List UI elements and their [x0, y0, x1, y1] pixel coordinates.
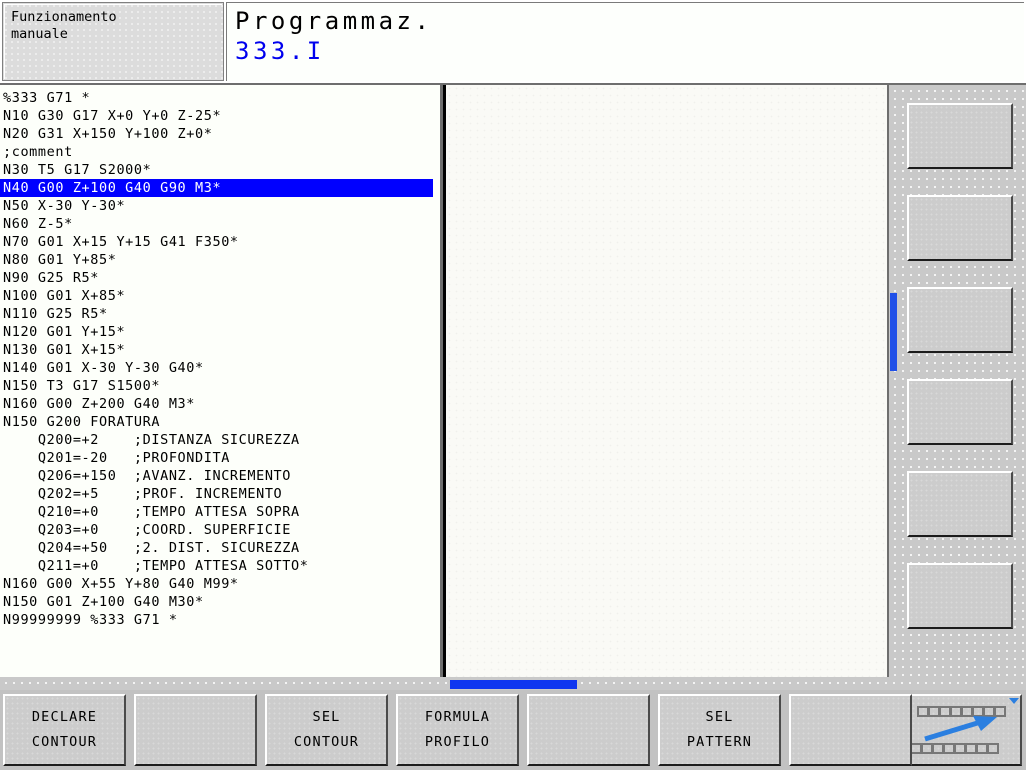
program-line[interactable]: N90 G25 R5* — [0, 269, 440, 287]
vertical-softkey-indicator — [890, 293, 897, 371]
program-line[interactable]: Q200=+2 ;DISTANZA SICUREZZA — [0, 431, 440, 449]
program-line[interactable]: N110 G25 R5* — [0, 305, 440, 323]
program-line[interactable]: N70 G01 X+15 Y+15 G41 F350* — [0, 233, 440, 251]
program-editor-pane[interactable]: %333 G71 * N10 G30 G17 X+0 Y+0 Z-25* N20 G… — [0, 85, 443, 677]
softkey-label-line1: SEL — [312, 709, 341, 725]
softkey-2[interactable] — [134, 694, 257, 766]
page-title: Programmaz. — [235, 7, 433, 35]
operating-mode-box[interactable]: Funzionamento manuale — [2, 2, 224, 81]
operating-mode-label: Funzionamento manuale — [11, 9, 117, 42]
header-bar: Funzionamento manuale Programmaz. 333.I — [0, 0, 1026, 85]
program-line[interactable]: N99999999 %333 G71 * — [0, 611, 440, 629]
softkey-label-line2: PROFILO — [424, 734, 491, 750]
program-line[interactable]: Q203=+0 ;COORD. SUPERFICIE — [0, 521, 440, 539]
main-area: %333 G71 * N10 G30 G17 X+0 Y+0 Z-25* N20 G… — [0, 85, 1026, 677]
vertical-softkey-1[interactable] — [907, 103, 1013, 169]
program-line[interactable]: N60 Z-5* — [0, 215, 440, 233]
program-line[interactable]: %333 G71 * — [0, 89, 440, 107]
softkey-6[interactable]: SEL PATTERN — [658, 694, 781, 766]
program-line[interactable]: Q211=+0 ;TEMPO ATTESA SOTTO* — [0, 557, 440, 575]
vertical-softkey-4[interactable] — [907, 379, 1013, 445]
softkey-7[interactable] — [789, 694, 912, 766]
program-line[interactable]: N10 G30 G17 X+0 Y+0 Z-25* — [0, 107, 440, 125]
program-line[interactable]: N120 G01 Y+15* — [0, 323, 440, 341]
program-line[interactable]: N130 G01 X+15* — [0, 341, 440, 359]
program-title-box: Programmaz. 333.I — [226, 2, 1024, 81]
softkey-3[interactable]: SEL CONTOUR — [265, 694, 388, 766]
program-line[interactable]: Q204=+50 ;2. DIST. SICUREZZA — [0, 539, 440, 557]
program-line[interactable]: N80 G01 Y+85* — [0, 251, 440, 269]
program-line[interactable]: N160 G00 X+55 Y+80 G40 M99* — [0, 575, 440, 593]
softkey-5[interactable] — [527, 694, 650, 766]
softkey-shift-icon — [910, 698, 1019, 754]
program-line[interactable]: N100 G01 X+85* — [0, 287, 440, 305]
program-line[interactable]: N150 G200 FORATURA — [0, 413, 440, 431]
program-line-selected[interactable]: N40 G00 Z+100 G40 G90 M3* — [0, 179, 433, 197]
graphics-preview-pane[interactable] — [446, 85, 889, 677]
vertical-softkey-5[interactable] — [907, 471, 1013, 537]
program-line[interactable]: N150 G01 Z+100 G40 M30* — [0, 593, 440, 611]
program-line[interactable]: Q202=+5 ;PROF. INCREMENTO — [0, 485, 440, 503]
program-line[interactable]: N50 X-30 Y-30* — [0, 197, 440, 215]
softkey-shift-button[interactable] — [899, 694, 1022, 766]
program-line[interactable]: N150 T3 G17 S1500* — [0, 377, 440, 395]
program-line[interactable]: N20 G31 X+150 Y+100 Z+0* — [0, 125, 440, 143]
softkey-4[interactable]: FORMULA PROFILO — [396, 694, 519, 766]
cnc-control-screen: Funzionamento manuale Programmaz. 333.I … — [0, 0, 1026, 770]
program-line[interactable]: Q206=+150 ;AVANZ. INCREMENTO — [0, 467, 440, 485]
softkey-label-line2: PATTERN — [686, 734, 753, 750]
vertical-softkey-column — [889, 85, 1026, 677]
program-line-list: %333 G71 * N10 G30 G17 X+0 Y+0 Z-25* N20 G… — [0, 89, 440, 629]
softkey-1[interactable]: DECLARE CONTOUR — [3, 694, 126, 766]
program-line[interactable]: N160 G00 Z+200 G40 M3* — [0, 395, 440, 413]
vertical-softkey-2[interactable] — [907, 195, 1013, 261]
softkey-label-line1: FORMULA — [424, 709, 491, 725]
program-line[interactable]: N140 G01 X-30 Y-30 G40* — [0, 359, 440, 377]
program-line[interactable]: Q201=-20 ;PROFONDITA — [0, 449, 440, 467]
vertical-softkey-3[interactable] — [907, 287, 1013, 353]
program-line[interactable]: ;comment — [0, 143, 440, 161]
softkey-page-indicator — [450, 680, 577, 689]
program-filename: 333.I — [235, 37, 325, 65]
softkey-label-line2: CONTOUR — [31, 734, 98, 750]
vertical-softkey-6[interactable] — [907, 563, 1013, 629]
program-line[interactable]: Q210=+0 ;TEMPO ATTESA SOPRA — [0, 503, 440, 521]
softkey-bar: DECLARE CONTOUR SEL CONTOUR FORMULA PROFILO SE… — [0, 690, 1026, 770]
softkey-label-line1: SEL — [705, 709, 734, 725]
softkey-label-line2: CONTOUR — [293, 734, 360, 750]
program-line[interactable]: N30 T5 G17 S2000* — [0, 161, 440, 179]
softkey-label-line1: DECLARE — [31, 709, 98, 725]
